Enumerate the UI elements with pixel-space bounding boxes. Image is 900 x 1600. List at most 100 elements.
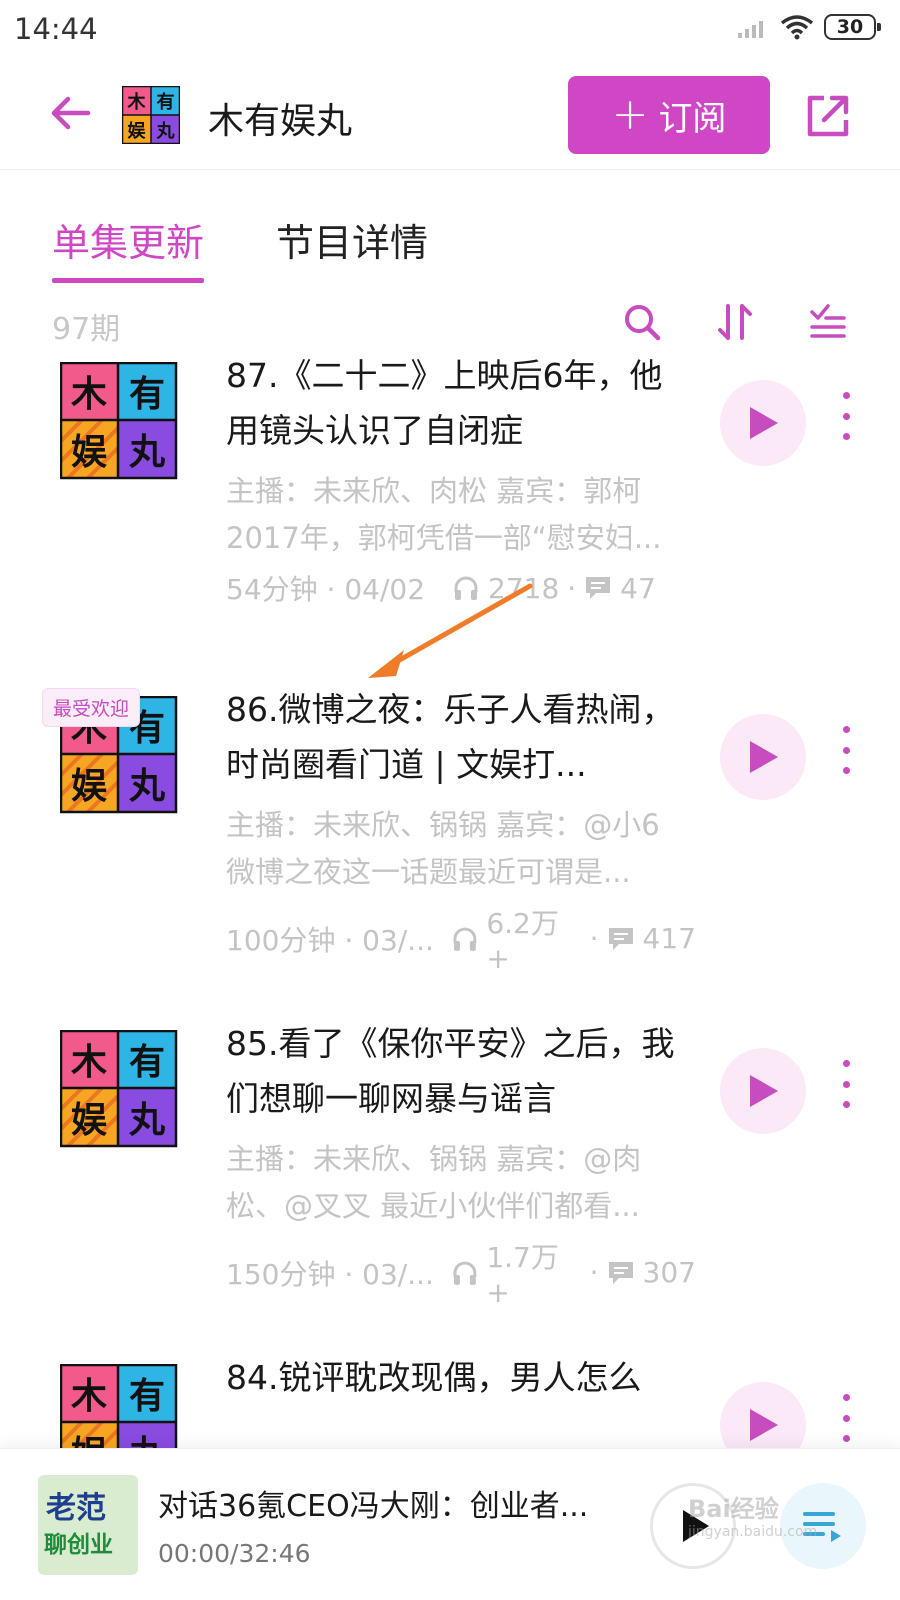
status-time: 14:44	[14, 12, 98, 46]
episode-hosts: 主播：未来欣、锅锅 嘉宾：@小6	[226, 808, 660, 842]
comment-count: 307	[607, 1256, 696, 1289]
svg-text:木: 木	[127, 91, 147, 113]
back-arrow-icon[interactable]	[44, 86, 98, 140]
svg-text:丸: 丸	[128, 432, 165, 473]
episode-play-button[interactable]	[720, 714, 806, 800]
episode-description: 主播：未来欣、锅锅 嘉宾：@肉 松、@叉叉 最近小伙伴们都看...	[226, 1136, 676, 1230]
svg-text:娱: 娱	[71, 766, 107, 807]
share-icon[interactable]	[800, 88, 856, 144]
more-vertical-icon[interactable]	[834, 720, 858, 780]
tab-bar: 单集更新 节目详情	[0, 200, 900, 283]
episode-summary: 2017年，郭柯凭借一部“慰安妇...	[226, 521, 662, 555]
comment-icon	[586, 577, 611, 599]
comment-count: 417	[607, 922, 696, 955]
now-playing-cover: 老范 聊创业	[38, 1475, 138, 1575]
watermark: Bai经验 jingyan.baidu.com	[688, 1489, 817, 1540]
episode-play-button[interactable]	[720, 380, 806, 466]
svg-text:丸: 丸	[128, 766, 165, 807]
wifi-icon	[780, 15, 814, 40]
app-header: 木 有 娱 丸 木有娱丸 + 订阅	[0, 62, 900, 170]
svg-text:有: 有	[157, 91, 175, 113]
most-popular-badge: 最受欢迎	[42, 688, 141, 727]
episode-title: 86.微博之夜：乐子人看热闹，时尚圈看门道 | 文娱打...	[226, 690, 675, 784]
annotation-arrow-icon	[368, 583, 533, 678]
play-icon	[750, 1075, 778, 1107]
episode-hosts: 主播：未来欣、锅锅 嘉宾：@肉	[226, 1142, 642, 1176]
now-playing-title: 对话36氪CEO冯大刚：创业者...	[158, 1489, 589, 1524]
tab-program-details[interactable]: 节目详情	[276, 212, 428, 267]
svg-text:有: 有	[129, 1042, 165, 1083]
svg-text:娱: 娱	[71, 1100, 107, 1141]
episode-title: 84.锐评耽改现偶，男人怎么	[226, 1358, 642, 1397]
more-vertical-icon[interactable]	[834, 386, 858, 446]
play-count: 6.2万+	[451, 902, 582, 975]
episode-duration-date: 150分钟 · 03/...	[226, 1257, 434, 1291]
podcast-logo: 木 有 娱 丸	[122, 86, 180, 144]
comment-count-value: 47	[620, 571, 656, 605]
svg-text:有: 有	[129, 1376, 165, 1417]
signal-icon	[738, 21, 763, 38]
episode-item[interactable]: 木 有 娱 丸 84.锐评耽改现偶，男人怎么	[0, 1342, 900, 1450]
subscribe-button[interactable]: + 订阅	[568, 76, 770, 154]
comment-icon	[608, 927, 633, 950]
comment-count-value: 307	[642, 1256, 696, 1289]
headphones-icon	[452, 927, 476, 951]
sort-icon[interactable]	[714, 300, 758, 344]
episode-summary: 松、@叉叉 最近小伙伴们都看...	[226, 1189, 640, 1223]
multi-select-icon[interactable]	[806, 300, 850, 344]
watermark-brand: Bai经验	[688, 1495, 779, 1523]
play-icon	[750, 741, 778, 773]
comment-count: 47	[584, 572, 656, 605]
episode-cover: 木 有 娱 丸	[60, 362, 178, 480]
more-vertical-icon[interactable]	[834, 1054, 858, 1114]
episode-summary: 微博之夜这一话题最近可谓是...	[226, 855, 631, 889]
svg-text:娱: 娱	[71, 432, 107, 473]
episode-hosts: 主播：未来欣、肉松 嘉宾：郭柯	[226, 474, 642, 508]
mini-player[interactable]: 老范 聊创业 对话36氪CEO冯大刚：创业者... 00:00/32:46 Ba…	[0, 1448, 900, 1600]
episode-cover: 木 有 娱 丸	[60, 1364, 178, 1450]
status-icons: 30	[736, 14, 881, 40]
episode-duration-date: 100分钟 · 03/...	[226, 923, 434, 957]
svg-text:木: 木	[71, 374, 107, 415]
episode-meta: 100分钟 · 03/... 6.2万+ · 417	[226, 902, 696, 975]
play-count-value: 1.7万+	[486, 1241, 559, 1309]
episode-item[interactable]: 木 有 娱 丸 最受欢迎 86.微博之夜：乐子人看热闹，时尚圈看门道 | 文娱打…	[0, 674, 900, 1014]
episode-play-button[interactable]	[720, 1048, 806, 1134]
cover-text-2: 聊创业	[44, 1532, 113, 1558]
now-playing-time: 00:00/32:46	[158, 1539, 311, 1568]
meta-separator: ·	[589, 1256, 599, 1289]
episode-title: 85.看了《保你平安》之后，我们想聊一聊网暴与谣言	[226, 1024, 675, 1118]
more-vertical-icon[interactable]	[834, 1388, 858, 1448]
play-count-value: 6.2万+	[486, 907, 559, 975]
meta-separator: ·	[589, 922, 599, 955]
episode-cover: 木 有 娱 丸	[60, 1030, 178, 1148]
comment-icon	[608, 1261, 633, 1284]
plus-icon: +	[611, 89, 649, 140]
episode-description: 主播：未来欣、锅锅 嘉宾：@小6 微博之夜这一话题最近可谓是...	[226, 802, 676, 896]
play-icon	[750, 407, 778, 439]
podcast-title: 木有娱丸	[208, 101, 353, 142]
cover-text-1: 老范	[46, 1491, 106, 1526]
svg-text:木: 木	[71, 1376, 107, 1417]
search-icon[interactable]	[620, 300, 664, 344]
tab-episodes[interactable]: 单集更新	[52, 212, 205, 283]
comment-count-value: 417	[642, 922, 696, 955]
svg-text:丸: 丸	[156, 121, 176, 142]
episode-meta: 150分钟 · 03/... 1.7万+ · 307	[226, 1236, 696, 1309]
meta-separator: ·	[567, 571, 577, 605]
play-count: 1.7万+	[451, 1236, 582, 1309]
episode-title: 87.《二十二》上映后6年，他用镜头认识了自闭症	[226, 356, 663, 450]
episode-description: 主播：未来欣、肉松 嘉宾：郭柯 2017年，郭柯凭借一部“慰安妇...	[226, 468, 676, 562]
svg-text:娱: 娱	[128, 120, 147, 142]
play-icon	[750, 1409, 778, 1441]
episode-item[interactable]: 木 有 娱 丸 85.看了《保你平安》之后，我们想聊一聊网暴与谣言 主播：未来欣…	[0, 1008, 900, 1348]
svg-text:丸: 丸	[128, 1100, 165, 1141]
battery-indicator: 30	[824, 14, 881, 40]
subscribe-label: 订阅	[658, 98, 727, 139]
headphones-icon	[452, 1261, 476, 1285]
status-bar: 14:44 30	[0, 0, 900, 62]
svg-text:有: 有	[129, 374, 165, 415]
svg-text:木: 木	[71, 1042, 107, 1083]
episode-play-button[interactable]	[720, 1382, 806, 1450]
watermark-url: jingyan.baidu.com	[688, 1524, 818, 1540]
